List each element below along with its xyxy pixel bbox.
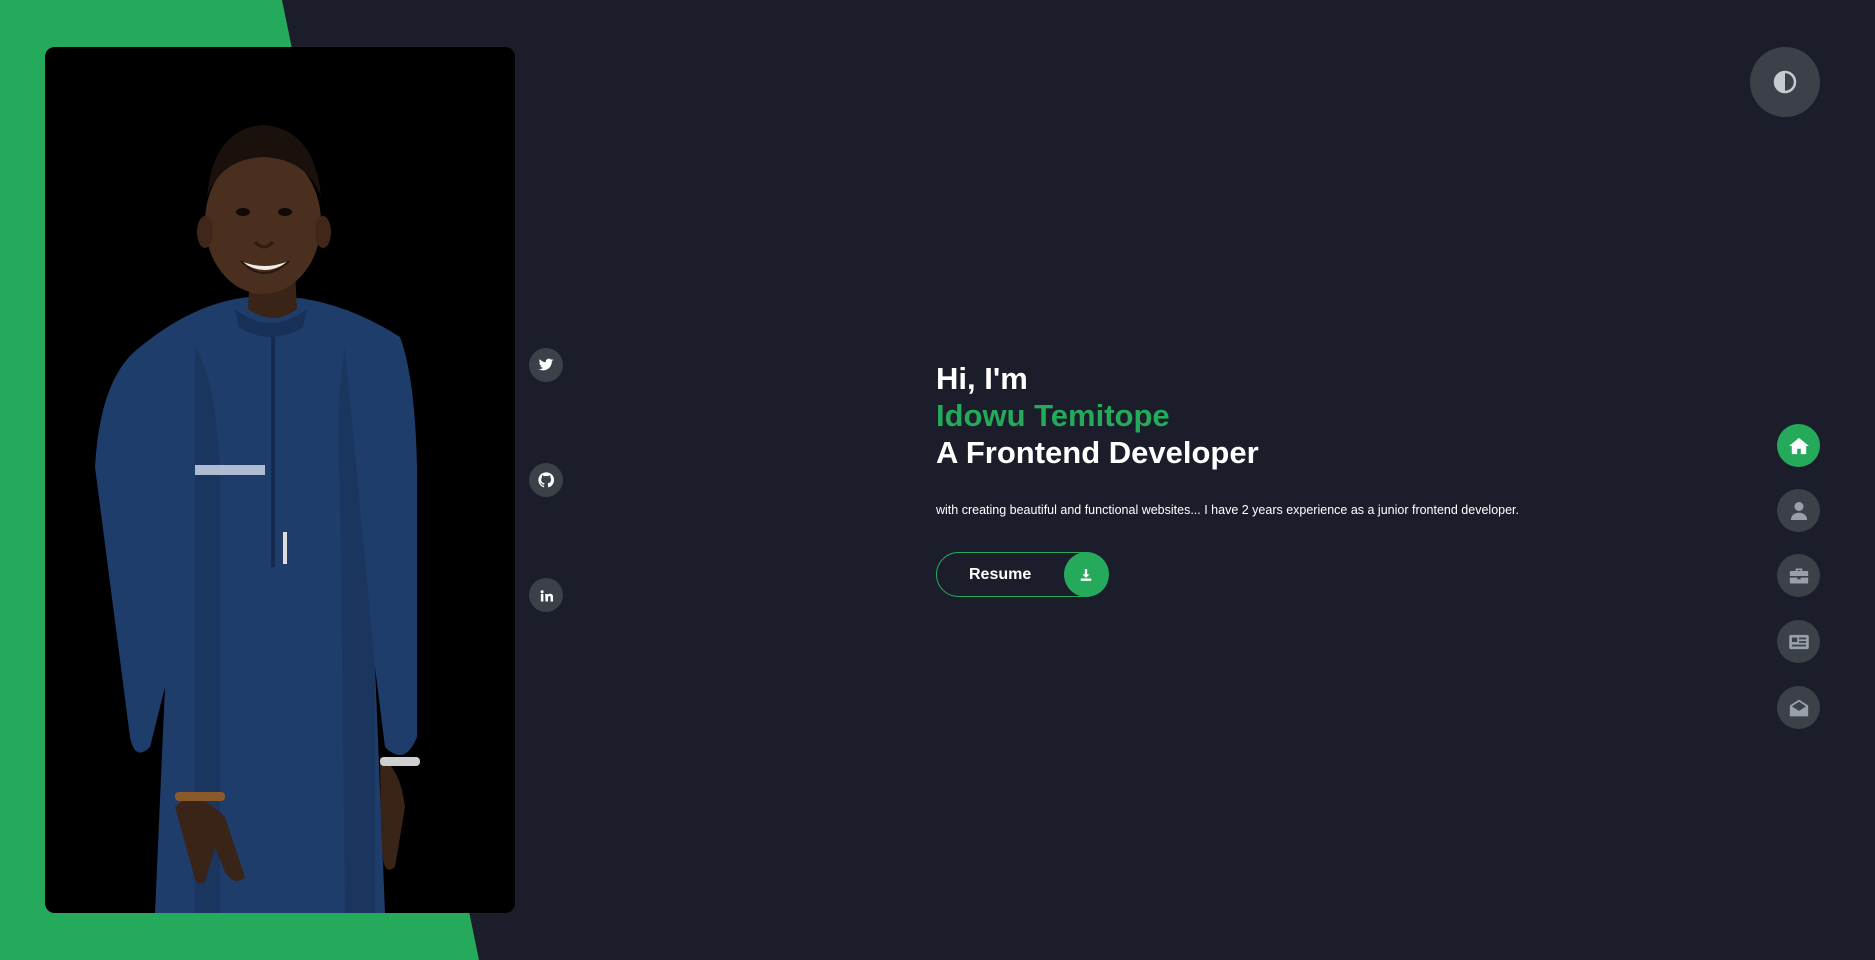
person-portrait-image	[45, 47, 515, 913]
developer-name: Idowu Temitope	[936, 398, 1170, 433]
twitter-icon	[538, 358, 554, 371]
github-icon	[538, 472, 554, 488]
contrast-icon	[1773, 70, 1797, 94]
nav-contact[interactable]	[1777, 686, 1820, 729]
resume-download-button[interactable]: Resume	[936, 552, 1109, 597]
linkedin-icon	[540, 589, 553, 601]
profile-photo	[45, 47, 515, 913]
role-title: A Frontend Developer	[936, 435, 1259, 470]
user-icon	[1790, 501, 1807, 520]
hero-section: Hi, I'm Idowu Temitope A Frontend Develo…	[936, 360, 1656, 518]
resume-label: Resume	[969, 565, 1032, 583]
linkedin-link[interactable]	[529, 578, 563, 612]
theme-toggle-button[interactable]	[1750, 47, 1820, 117]
home-page: Hi, I'm Idowu Temitope A Frontend Develo…	[0, 0, 1875, 960]
nav-about[interactable]	[1777, 489, 1820, 532]
download-icon	[1080, 568, 1092, 581]
briefcase-icon	[1789, 568, 1808, 583]
nav-home[interactable]	[1777, 424, 1820, 467]
github-link[interactable]	[529, 463, 563, 497]
newspaper-icon	[1788, 634, 1809, 649]
nav-portfolio[interactable]	[1777, 554, 1820, 597]
twitter-link[interactable]	[529, 348, 563, 382]
hero-description: with creating beautiful and functional w…	[936, 503, 1519, 517]
envelope-open-icon	[1789, 699, 1808, 716]
nav-blog[interactable]	[1777, 620, 1820, 663]
greeting: Hi, I'm	[936, 361, 1028, 396]
home-icon	[1788, 437, 1809, 454]
hero-heading: Hi, I'm Idowu Temitope A Frontend Develo…	[936, 360, 1656, 471]
download-icon-circle	[1063, 552, 1109, 597]
